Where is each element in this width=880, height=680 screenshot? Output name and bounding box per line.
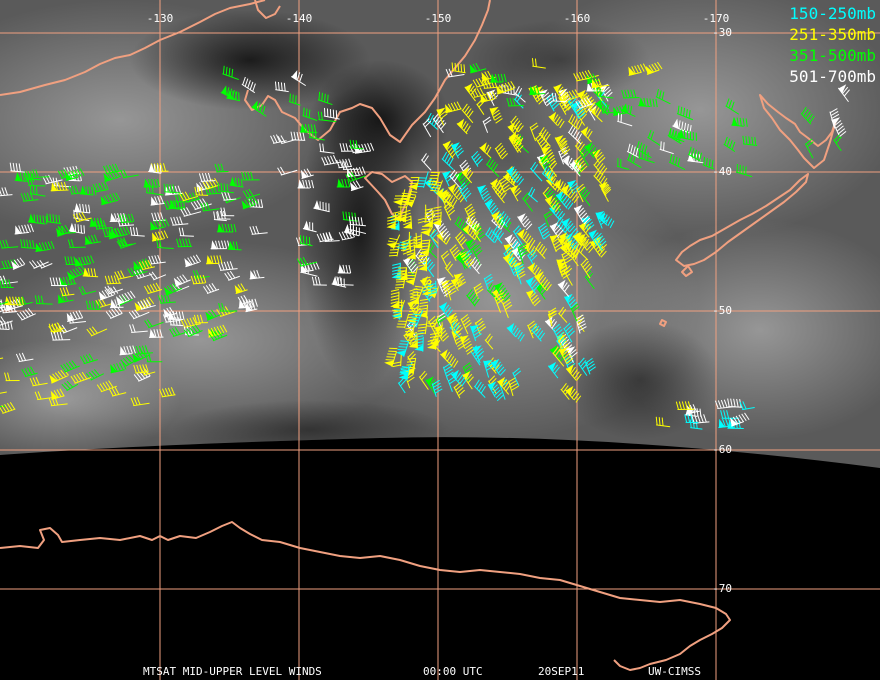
lat-label-50: -50	[712, 304, 732, 317]
map-canvas	[0, 0, 880, 680]
satellite-wind-map: -130 -140 -150 -160 -170 -30 -40 -50 -60…	[0, 0, 880, 680]
lon-label-170: -170	[702, 12, 730, 25]
legend-251-350: 251-350mb	[789, 25, 876, 44]
footer-source: UW-CIMSS	[648, 665, 701, 678]
lon-label-150: -150	[424, 12, 452, 25]
footer-product: MTSAT MID-UPPER LEVEL WINDS	[143, 665, 322, 678]
legend-501-700: 501-700mb	[789, 67, 876, 86]
footer-date: 20SEP11	[538, 665, 585, 678]
lon-label-130: -130	[146, 12, 174, 25]
antarctica-coast	[0, 521, 731, 671]
lat-label-60: -60	[712, 443, 732, 456]
pressure-level-legend: 150-250mb 251-350mb 351-500mb 501-700mb	[789, 3, 876, 87]
lat-label-70: -70	[712, 582, 732, 595]
legend-351-500: 351-500mb	[789, 46, 876, 65]
lat-label-30: -30	[712, 26, 732, 39]
lon-label-160: -160	[563, 12, 591, 25]
lat-label-40: -40	[712, 165, 732, 178]
legend-150-250: 150-250mb	[789, 4, 876, 23]
lon-label-140: -140	[285, 12, 313, 25]
footer-time: 00:00 UTC	[423, 665, 483, 678]
